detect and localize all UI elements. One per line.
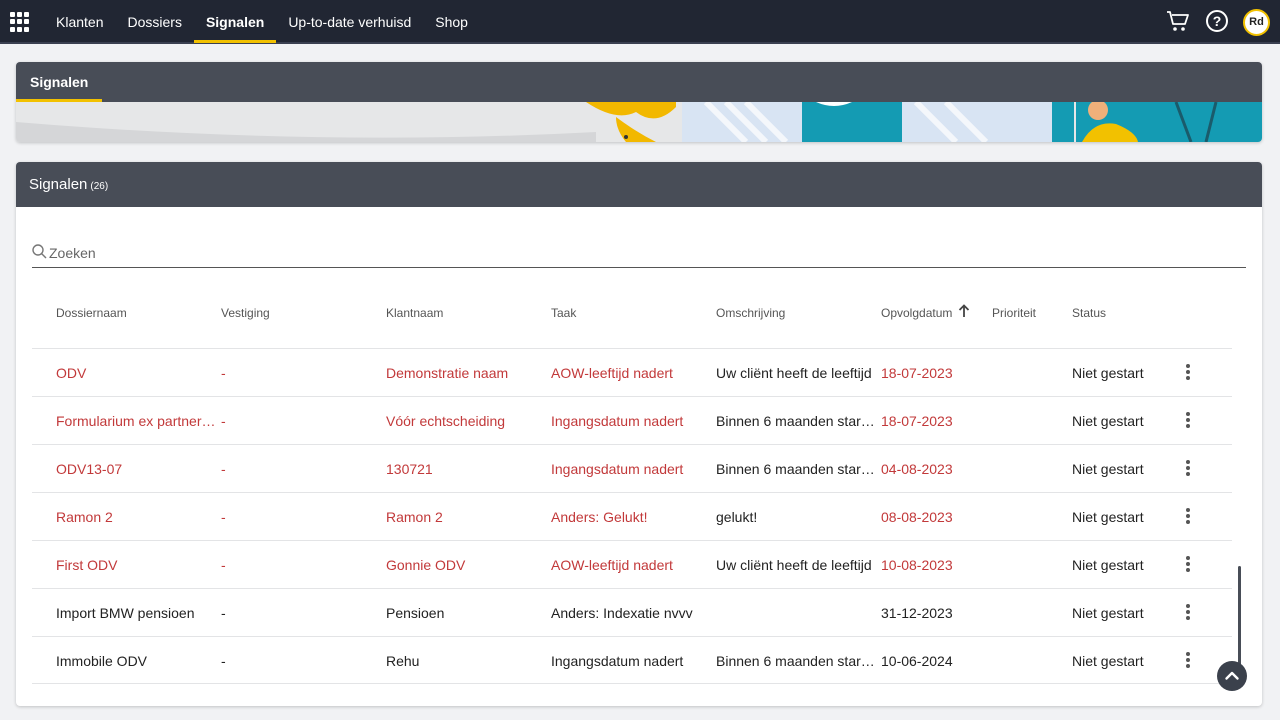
cell-vestiging: - <box>221 509 226 525</box>
nav-item-shop[interactable]: Shop <box>423 0 480 42</box>
row-actions-more-icon[interactable] <box>1184 556 1192 574</box>
column-header-taak[interactable]: Taak <box>551 306 576 320</box>
cell-opvolgdatum: 10-06-2024 <box>881 653 953 669</box>
table-row[interactable]: ODV - Demonstratie naam AOW-leeftijd nad… <box>32 348 1232 396</box>
cell-klantnaam[interactable]: Pensioen <box>386 605 546 621</box>
cell-dossiernaam[interactable]: ODV <box>56 365 216 381</box>
cell-klantnaam[interactable]: Vóór echtscheiding <box>386 413 546 429</box>
table-row[interactable]: Ramon 2 - Ramon 2 Anders: Gelukt! gelukt… <box>32 492 1232 540</box>
nav-item-up-to-date-verhuisd[interactable]: Up-to-date verhuisd <box>276 0 423 42</box>
cell-vestiging: - <box>221 557 226 573</box>
sort-ascending-icon[interactable] <box>958 304 970 318</box>
cell-omschrijving: Binnen 6 maanden start het <box>716 413 876 429</box>
help-icon[interactable]: ? <box>1206 10 1228 32</box>
cell-status: Niet gestart <box>1072 509 1144 525</box>
cell-opvolgdatum: 04-08-2023 <box>881 461 953 477</box>
search-input[interactable] <box>49 242 1229 264</box>
cell-klantnaam[interactable]: Rehu <box>386 653 546 669</box>
column-header-status[interactable]: Status <box>1072 306 1106 320</box>
row-actions-more-icon[interactable] <box>1184 364 1192 382</box>
cell-status: Niet gestart <box>1072 557 1144 573</box>
chevron-up-icon <box>1225 671 1239 680</box>
list-card-header: Signalen (26) <box>16 162 1262 207</box>
cell-status: Niet gestart <box>1072 653 1144 669</box>
column-header-omschrijving[interactable]: Omschrijving <box>716 306 785 320</box>
app-launcher-icon[interactable] <box>10 12 30 32</box>
cell-vestiging: - <box>221 605 226 621</box>
cell-taak[interactable]: Anders: Gelukt! <box>551 509 711 525</box>
column-header-dossiernaam[interactable]: Dossiernaam <box>56 306 127 320</box>
cell-status: Niet gestart <box>1072 605 1144 621</box>
table-row[interactable]: First ODV - Gonnie ODV AOW-leeftijd nade… <box>32 540 1232 588</box>
cell-vestiging: - <box>221 365 226 381</box>
cell-dossiernaam[interactable]: Import BMW pensioen <box>56 605 216 621</box>
nav-item-dossiers[interactable]: Dossiers <box>115 0 193 42</box>
cell-opvolgdatum: 08-08-2023 <box>881 509 953 525</box>
page-header: Signalen <box>16 62 1262 102</box>
search-field <box>32 240 1246 268</box>
cell-status: Niet gestart <box>1072 461 1144 477</box>
cell-klantnaam[interactable]: Gonnie ODV <box>386 557 546 573</box>
table-row[interactable]: Import BMW pensioen - Pensioen Anders: I… <box>32 588 1232 636</box>
cell-dossiernaam[interactable]: Immobile ODV <box>56 653 216 669</box>
scroll-to-top-button[interactable] <box>1217 661 1247 691</box>
header-banner-illustration <box>16 102 1262 142</box>
nav-item-signalen[interactable]: Signalen <box>193 0 277 43</box>
top-navigation-bar: Klanten Dossiers Signalen Up-to-date ver… <box>0 0 1280 44</box>
main-nav: Klanten Dossiers Signalen Up-to-date ver… <box>44 0 480 44</box>
cell-omschrijving: Uw cliënt heeft de leeftijd <box>716 365 872 381</box>
nav-item-klanten[interactable]: Klanten <box>44 0 115 42</box>
cell-opvolgdatum: 18-07-2023 <box>881 365 953 381</box>
row-actions-more-icon[interactable] <box>1184 652 1192 670</box>
cell-taak[interactable]: Ingangsdatum nadert <box>551 413 711 429</box>
user-avatar[interactable]: Rd <box>1243 9 1270 36</box>
cell-dossiernaam[interactable]: First ODV <box>56 557 216 573</box>
row-actions-more-icon[interactable] <box>1184 604 1192 622</box>
cell-vestiging: - <box>221 461 226 477</box>
cell-opvolgdatum: 10-08-2023 <box>881 557 953 573</box>
table-row[interactable]: ODV13-07 - 130721 Ingangsdatum nadert Bi… <box>32 444 1232 492</box>
column-header-vestiging[interactable]: Vestiging <box>221 306 270 320</box>
cell-taak[interactable]: AOW-leeftijd nadert <box>551 365 711 381</box>
vertical-scrollbar[interactable] <box>1238 566 1241 666</box>
column-header-opvolgdatum[interactable]: Opvolgdatum <box>881 306 952 320</box>
cell-omschrijving: Binnen 6 maanden start het <box>716 461 876 477</box>
cell-status: Niet gestart <box>1072 365 1144 381</box>
cell-dossiernaam[interactable]: Formularium ex partner met pensioen <box>56 413 216 429</box>
row-actions-more-icon[interactable] <box>1184 412 1192 430</box>
cell-omschrijving: gelukt! <box>716 509 758 525</box>
cell-status: Niet gestart <box>1072 413 1144 429</box>
signalen-list-card: Signalen(26) Dossiernaam Vestiging Klant… <box>16 162 1262 706</box>
table-row[interactable]: Formularium ex partner met pensioen - Vó… <box>32 396 1232 444</box>
table-header: Dossiernaam Vestiging Klantnaam Taak Oms… <box>32 292 1232 332</box>
row-actions-more-icon[interactable] <box>1184 460 1192 478</box>
cell-opvolgdatum: 18-07-2023 <box>881 413 953 429</box>
page-header-card: Signalen <box>16 62 1262 142</box>
cell-taak[interactable]: Anders: Indexatie nvvv <box>551 605 711 621</box>
cell-klantnaam[interactable]: Demonstratie naam <box>386 365 546 381</box>
cell-vestiging: - <box>221 653 226 669</box>
column-header-klantnaam[interactable]: Klantnaam <box>386 306 443 320</box>
cell-taak[interactable]: Ingangsdatum nadert <box>551 461 711 477</box>
cell-vestiging: - <box>221 413 226 429</box>
cart-icon[interactable] <box>1166 10 1190 34</box>
list-card-title: Signalen <box>29 176 88 193</box>
column-header-prioriteit[interactable]: Prioriteit <box>992 306 1036 320</box>
cell-omschrijving: Uw cliënt heeft de leeftijd <box>716 557 872 573</box>
row-actions-more-icon[interactable] <box>1184 508 1192 526</box>
cell-taak[interactable]: AOW-leeftijd nadert <box>551 557 711 573</box>
signal-count-badge: (26) <box>90 181 109 192</box>
banner-illustration <box>16 102 1262 142</box>
search-icon <box>32 244 47 259</box>
table-row[interactable]: Immobile ODV - Rehu Ingangsdatum nadert … <box>32 636 1232 684</box>
cell-taak[interactable]: Ingangsdatum nadert <box>551 653 711 669</box>
cell-klantnaam[interactable]: 130721 <box>386 461 546 477</box>
cell-dossiernaam[interactable]: ODV13-07 <box>56 461 216 477</box>
cell-opvolgdatum: 31-12-2023 <box>881 605 953 621</box>
tab-signalen[interactable]: Signalen <box>16 62 103 102</box>
cell-klantnaam[interactable]: Ramon 2 <box>386 509 546 525</box>
cell-dossiernaam[interactable]: Ramon 2 <box>56 509 216 525</box>
cell-omschrijving: Binnen 6 maanden start het <box>716 653 876 669</box>
